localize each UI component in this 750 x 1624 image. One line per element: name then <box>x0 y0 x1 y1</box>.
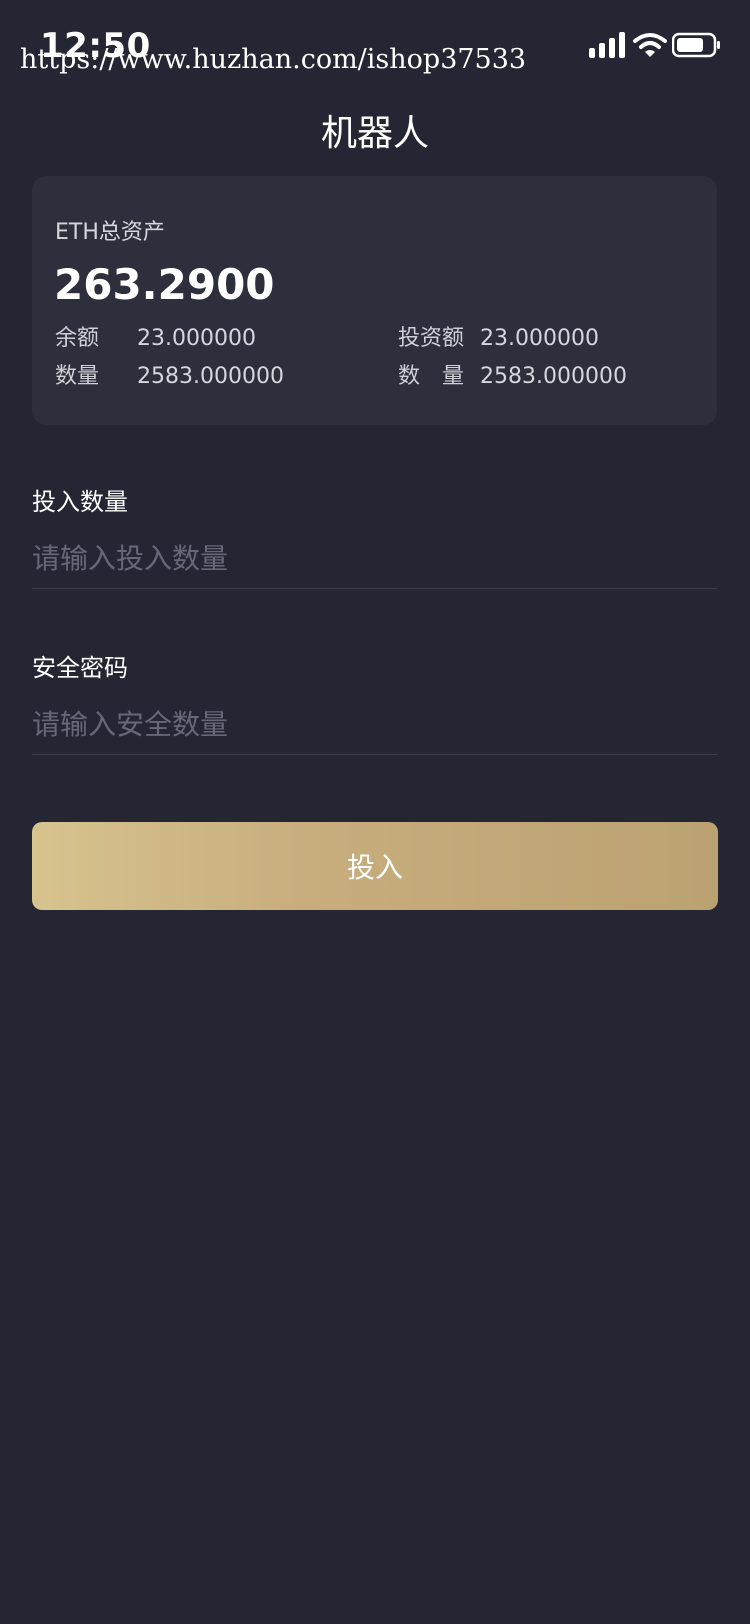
status-bar: 12:50 https://www.huzhan.com/ishop37533 <box>0 0 750 90</box>
security-password-input[interactable] <box>32 694 717 755</box>
quantity-label: 数量 <box>55 364 100 389</box>
investment-stat: 投资额 23.000000 <box>398 320 599 352</box>
battery-icon <box>672 32 720 58</box>
wifi-icon <box>633 33 667 57</box>
cellular-signal-icon <box>589 32 625 58</box>
quantity-stat-secondary: 数 量 2583.000000 <box>398 358 627 390</box>
quantity-value: 2583.000000 <box>137 364 284 389</box>
balance-stat: 余额 23.000000 <box>55 320 256 352</box>
invest-button[interactable]: 投入 <box>32 822 718 910</box>
quantity-secondary-value: 2583.000000 <box>480 364 627 389</box>
quantity-stat: 数量 2583.000000 <box>55 358 284 390</box>
balance-value: 23.000000 <box>137 326 256 351</box>
total-assets-label: ETH总资产 <box>55 220 165 245</box>
password-field-label: 安全密码 <box>32 654 128 682</box>
quantity-secondary-label: 数 量 <box>398 364 465 389</box>
total-assets-value: 263.2900 <box>54 260 275 309</box>
balance-label: 余额 <box>55 326 100 351</box>
watermark-url: https://www.huzhan.com/ishop37533 <box>20 44 527 75</box>
investment-value: 23.000000 <box>480 326 599 351</box>
amount-field-label: 投入数量 <box>32 488 128 516</box>
amount-input[interactable] <box>32 528 717 589</box>
investment-label: 投资额 <box>398 326 465 351</box>
asset-summary-card: ETH总资产 263.2900 余额 23.000000 投资额 23.000000… <box>32 176 717 425</box>
page-title: 机器人 <box>320 113 429 154</box>
